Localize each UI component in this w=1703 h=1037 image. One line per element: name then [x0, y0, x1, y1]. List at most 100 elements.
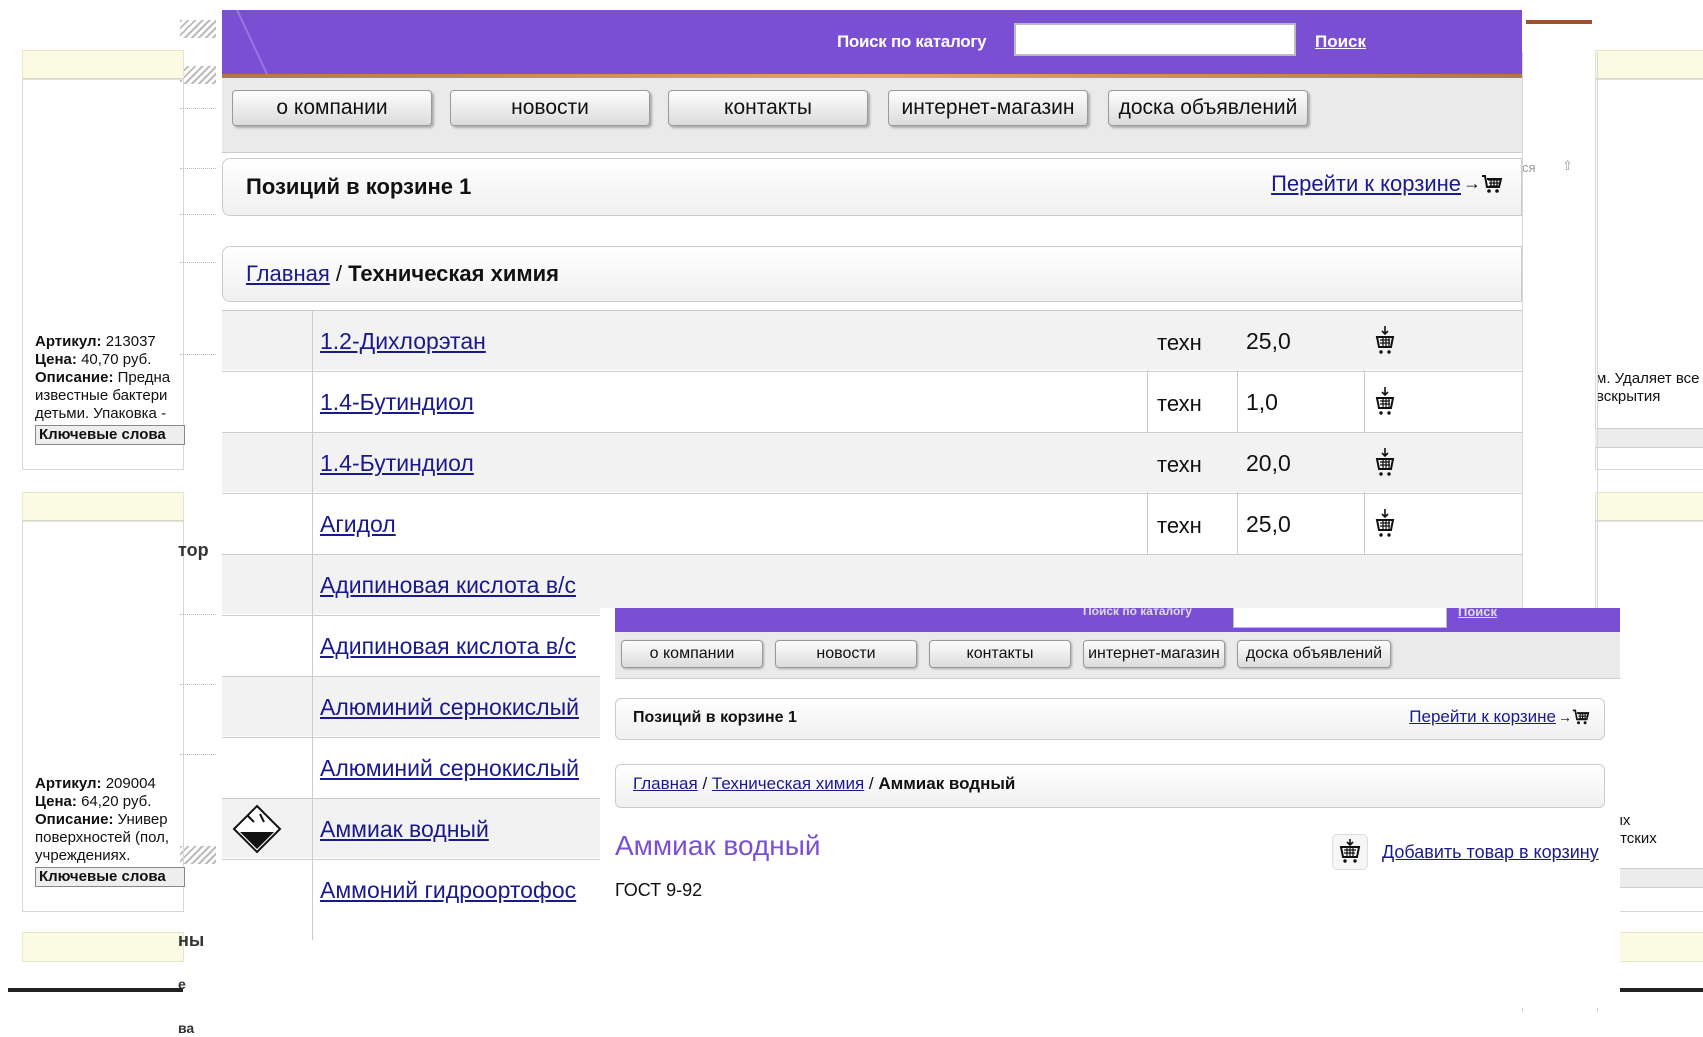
bg-divider — [8, 988, 183, 992]
nav-about-button[interactable]: о компании — [232, 90, 432, 126]
breadcrumb-current: Аммиак водный — [878, 774, 1016, 793]
bg-item-info: Артикул: 209004 Цена: 64,20 руб. Описани… — [35, 775, 185, 887]
bg-header-bar — [22, 492, 184, 522]
side-label: тор — [178, 540, 209, 560]
side-label: ны — [178, 930, 205, 950]
dotted-line — [180, 354, 216, 355]
breadcrumb-home-link[interactable]: Главная — [246, 261, 330, 286]
product-image-cell — [222, 799, 313, 859]
description-value: Универ — [117, 811, 168, 828]
dotted-line — [180, 614, 216, 615]
price-value: 64,20 руб. — [81, 793, 152, 810]
nav-news-button[interactable]: новости — [450, 90, 650, 126]
add-to-cart-icon[interactable] — [1332, 834, 1368, 870]
product-standard: ГОСТ 9-92 — [615, 880, 703, 900]
nav-news-button[interactable]: новости — [775, 640, 917, 668]
product-grade: техн — [1157, 391, 1202, 416]
stripe-decoration — [180, 66, 216, 84]
product-image-cell — [222, 433, 313, 493]
product-row: Адипиновая кислота в/с — [222, 554, 1522, 615]
product-name-link[interactable]: Алюминий сернокислый — [320, 694, 579, 721]
bg-header-bar — [1595, 492, 1703, 522]
product-name-link[interactable]: Агидол — [320, 511, 396, 538]
keywords-label[interactable]: Ключевые слова — [35, 425, 185, 445]
product-name-link[interactable]: Адипиновая кислота в/с — [320, 633, 576, 660]
nav-board-button[interactable]: доска объявлений — [1237, 640, 1391, 668]
breadcrumb-separator: / — [864, 774, 879, 793]
search-button[interactable]: Поиск — [1315, 32, 1366, 52]
bg-keywords-bar — [1595, 428, 1703, 448]
breadcrumb-category-link[interactable]: Техническая химия — [712, 774, 864, 793]
nav-shop-button[interactable]: интернет-магазин — [888, 90, 1088, 126]
product-name-link[interactable]: Аммиак водный — [320, 816, 489, 843]
product-name-link[interactable]: Алюминий сернокислый — [320, 755, 579, 782]
product-name-link[interactable]: 1.4-Бутиндиол — [320, 389, 474, 416]
bg-header-bar — [22, 932, 184, 962]
search-input[interactable] — [1014, 23, 1296, 56]
nav-about-button[interactable]: о компании — [621, 640, 763, 668]
product-quantity: 1,0 — [1246, 389, 1278, 415]
bg-description-text: вскрытия — [1596, 388, 1661, 405]
product-row: 1.2-Дихлорэтан техн 25,0 — [222, 310, 1522, 371]
add-to-cart-link[interactable]: Добавить товар в корзину — [1382, 842, 1599, 863]
bg-header-bar — [22, 50, 184, 80]
go-to-cart-link[interactable]: Перейти к корзине — [1271, 171, 1461, 197]
add-to-cart-button[interactable] — [1374, 447, 1396, 479]
product-row: Агидол техн 25,0 — [222, 493, 1522, 554]
header-bar: Поиск по каталогу Поиск — [222, 10, 1522, 74]
nav-board-button[interactable]: доска объявлений — [1108, 90, 1308, 126]
description-label: Описание: — [35, 811, 114, 828]
dotted-line — [180, 214, 216, 215]
breadcrumb-separator: / — [697, 774, 712, 793]
price-value: 40,70 руб. — [81, 351, 152, 368]
article-value: 213037 — [105, 333, 156, 350]
breadcrumb: Главная / Техническая химия — [246, 261, 559, 287]
search-input[interactable] — [1233, 608, 1447, 628]
dotted-line — [180, 262, 216, 263]
main-nav: о компании новости контакты интернет-маг… — [222, 78, 1522, 153]
main-nav: о компании новости контакты интернет-маг… — [615, 632, 1620, 679]
product-quantity: 25,0 — [1246, 328, 1291, 354]
breadcrumb-panel: Главная / Техническая химия — [222, 246, 1522, 302]
dotted-line — [180, 168, 216, 169]
breadcrumb: Главная / Техническая химия / Аммиак вод… — [633, 774, 1015, 794]
description-label: Описание: — [35, 369, 114, 386]
product-row: 1.4-Бутиндиол техн 1,0 — [222, 371, 1522, 432]
cart-add-icon — [1375, 326, 1395, 354]
add-to-cart-button[interactable] — [1374, 386, 1396, 418]
bg-description-text: м. Удаляет все — [1596, 370, 1700, 387]
cart-icon[interactable] — [1572, 708, 1590, 726]
stripe-decoration — [180, 20, 216, 38]
product-name-link[interactable]: 1.2-Дихлорэтан — [320, 328, 486, 355]
search-button[interactable]: Поиск — [1458, 608, 1497, 619]
nav-shop-button[interactable]: интернет-магазин — [1083, 640, 1225, 668]
description-value: Предна — [117, 369, 171, 386]
cart-add-icon — [1375, 448, 1395, 476]
keywords-label[interactable]: Ключевые слова — [35, 867, 185, 887]
description-line: известные бактери — [35, 387, 168, 404]
breadcrumb-separator: / — [329, 261, 349, 286]
article-label: Артикул: — [35, 333, 102, 350]
product-grade: техн — [1157, 330, 1202, 355]
add-to-cart-button[interactable] — [1374, 508, 1396, 540]
product-image-cell — [222, 494, 313, 554]
add-to-cart-button[interactable] — [1374, 325, 1396, 357]
stripe-decoration — [180, 846, 216, 864]
price-label: Цена: — [35, 351, 77, 368]
go-to-cart-link[interactable]: Перейти к корзине — [1409, 707, 1556, 727]
cart-add-icon — [1375, 387, 1395, 415]
search-label: Поиск по каталогу — [1083, 608, 1192, 618]
product-name-link[interactable]: 1.4-Бутиндиол — [320, 450, 474, 477]
product-name-link[interactable]: Аммоний гидроортофос — [320, 877, 576, 904]
cart-icon[interactable] — [1481, 173, 1503, 195]
dotted-line — [180, 754, 216, 755]
product-row: 1.4-Бутиндиол техн 20,0 — [222, 432, 1522, 493]
bg-item-frame — [1595, 78, 1703, 470]
nav-contacts-button[interactable]: контакты — [929, 640, 1071, 668]
breadcrumb-current: Техническая химия — [348, 261, 559, 286]
product-name-link[interactable]: Адипиновая кислота в/с — [320, 572, 576, 599]
nav-contacts-button[interactable]: контакты — [668, 90, 868, 126]
search-label: Поиск по каталогу — [837, 32, 987, 51]
breadcrumb-home-link[interactable]: Главная — [633, 774, 698, 793]
cart-count: Позиций в корзине 1 — [633, 709, 797, 726]
